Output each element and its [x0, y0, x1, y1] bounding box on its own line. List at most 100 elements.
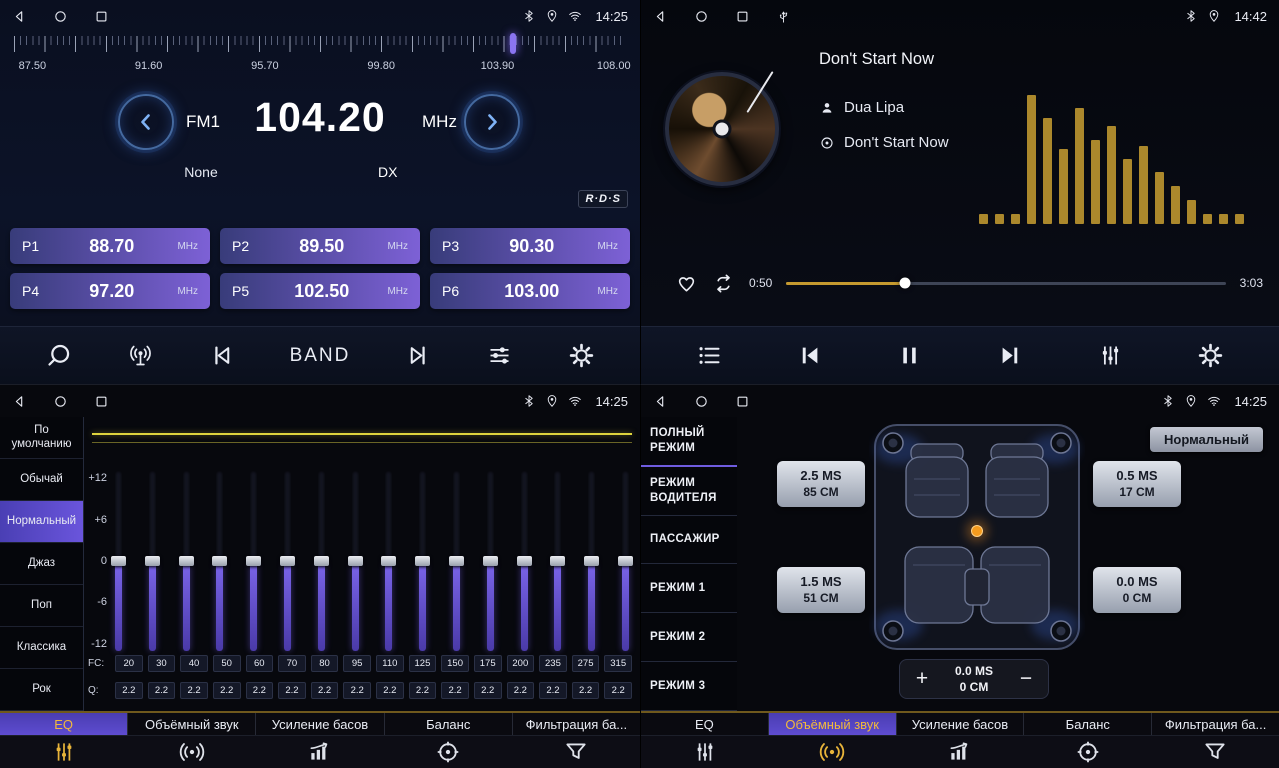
slider-knob[interactable]	[584, 556, 599, 566]
home-icon[interactable]	[694, 9, 709, 24]
sound-mode-3[interactable]: РЕЖИМ 1	[641, 564, 737, 613]
preset-button-p5[interactable]: P5102.50MHz	[220, 273, 420, 309]
slider-knob[interactable]	[111, 556, 126, 566]
home-icon[interactable]	[53, 9, 68, 24]
preset-button-p1[interactable]: P188.70MHz	[10, 228, 210, 264]
tab-0[interactable]: EQ	[641, 713, 769, 735]
progress-thumb[interactable]	[899, 278, 910, 289]
eq-band-slider-8[interactable]	[384, 471, 393, 651]
eq-preset-3[interactable]: Джаз	[0, 543, 83, 585]
eq-preset-6[interactable]: Рок	[0, 669, 83, 711]
tab-2[interactable]: Усиление басов	[256, 713, 384, 735]
eq-preset-1[interactable]: Обычай	[0, 459, 83, 501]
tab-icon-surround[interactable]	[769, 736, 897, 768]
sound-mode-2[interactable]: ПАССАЖИР	[641, 516, 737, 565]
tab-1[interactable]: Объёмный звук	[769, 713, 897, 735]
slider-knob[interactable]	[314, 556, 329, 566]
eq-preset-2[interactable]: Нормальный	[0, 501, 83, 543]
next-station-button[interactable]	[464, 94, 520, 150]
eq-band-slider-5[interactable]	[283, 471, 292, 651]
slider-knob[interactable]	[212, 556, 227, 566]
back-icon[interactable]	[12, 394, 27, 409]
tab-icon-balance[interactable]	[384, 736, 512, 768]
favorite-heart-icon[interactable]	[675, 272, 698, 295]
eq-band-slider-11[interactable]	[486, 471, 495, 651]
eq-band-slider-9[interactable]	[418, 471, 427, 651]
tab-icon-bass[interactable]	[256, 736, 384, 768]
eq-band-slider-4[interactable]	[249, 471, 258, 651]
dial-thumb[interactable]	[510, 33, 516, 54]
previous-track-icon[interactable]	[208, 342, 235, 369]
tab-3[interactable]: Баланс	[385, 713, 513, 735]
playlist-icon[interactable]	[696, 342, 723, 369]
tune-settings-icon[interactable]	[486, 342, 513, 369]
decrease-delay-button[interactable]: −	[1012, 665, 1040, 693]
recents-icon[interactable]	[94, 394, 109, 409]
eq-band-slider-15[interactable]	[621, 471, 630, 651]
slider-knob[interactable]	[415, 556, 430, 566]
eq-preset-4[interactable]: Поп	[0, 585, 83, 627]
tab-icon-filter[interactable]	[512, 736, 640, 768]
settings-gear-icon[interactable]	[1197, 342, 1224, 369]
band-button[interactable]: BAND	[290, 345, 351, 367]
preset-button-p3[interactable]: P390.30MHz	[430, 228, 630, 264]
pause-icon[interactable]	[896, 342, 923, 369]
sound-mode-4[interactable]: РЕЖИМ 2	[641, 613, 737, 662]
seek-bar[interactable]	[786, 282, 1225, 285]
increase-delay-button[interactable]: +	[908, 665, 936, 693]
scan-icon[interactable]	[45, 342, 72, 369]
preset-button-p4[interactable]: P497.20MHz	[10, 273, 210, 309]
back-icon[interactable]	[12, 9, 27, 24]
tab-icon-surround[interactable]	[128, 736, 256, 768]
mixer-icon[interactable]	[1097, 342, 1124, 369]
slider-knob[interactable]	[145, 556, 160, 566]
home-icon[interactable]	[53, 394, 68, 409]
sound-mode-1[interactable]: РЕЖИМ ВОДИТЕЛЯ	[641, 467, 737, 516]
settings-gear-icon[interactable]	[568, 342, 595, 369]
sound-preset-badge[interactable]: Нормальный	[1150, 427, 1263, 452]
recents-icon[interactable]	[735, 394, 750, 409]
tab-3[interactable]: Баланс	[1024, 713, 1152, 735]
eq-band-slider-7[interactable]	[351, 471, 360, 651]
sound-mode-5[interactable]: РЕЖИМ 3	[641, 662, 737, 711]
eq-band-slider-3[interactable]	[215, 471, 224, 651]
eq-band-slider-2[interactable]	[182, 471, 191, 651]
tab-icon-filter[interactable]	[1151, 736, 1279, 768]
tab-2[interactable]: Усиление басов	[897, 713, 1025, 735]
slider-knob[interactable]	[280, 556, 295, 566]
eq-band-slider-10[interactable]	[452, 471, 461, 651]
previous-station-button[interactable]	[118, 94, 174, 150]
broadcast-icon[interactable]	[127, 342, 154, 369]
next-track-icon[interactable]	[997, 342, 1024, 369]
eq-band-slider-12[interactable]	[520, 471, 529, 651]
slider-knob[interactable]	[381, 556, 396, 566]
home-icon[interactable]	[694, 394, 709, 409]
eq-band-slider-6[interactable]	[317, 471, 326, 651]
recents-icon[interactable]	[735, 9, 750, 24]
repeat-icon[interactable]	[712, 272, 735, 295]
slider-knob[interactable]	[179, 556, 194, 566]
eq-preset-0[interactable]: По умолчанию	[0, 417, 83, 459]
preset-button-p2[interactable]: P289.50MHz	[220, 228, 420, 264]
tab-4[interactable]: Фильтрация ба...	[513, 713, 640, 735]
back-icon[interactable]	[653, 9, 668, 24]
tab-icon-eq[interactable]	[641, 736, 769, 768]
slider-knob[interactable]	[449, 556, 464, 566]
recents-icon[interactable]	[94, 9, 109, 24]
back-icon[interactable]	[653, 394, 668, 409]
slider-knob[interactable]	[550, 556, 565, 566]
tab-icon-balance[interactable]	[1024, 736, 1152, 768]
eq-band-slider-1[interactable]	[148, 471, 157, 651]
slider-knob[interactable]	[348, 556, 363, 566]
eq-band-slider-13[interactable]	[553, 471, 562, 651]
previous-track-icon[interactable]	[796, 342, 823, 369]
slider-knob[interactable]	[517, 556, 532, 566]
slider-knob[interactable]	[618, 556, 633, 566]
tab-icon-eq[interactable]	[0, 736, 128, 768]
tuner-dial[interactable]: 87.5091.6095.7099.80103.90108.00	[14, 36, 626, 84]
eq-band-slider-14[interactable]	[587, 471, 596, 651]
next-track-icon[interactable]	[405, 342, 432, 369]
eq-preset-5[interactable]: Классика	[0, 627, 83, 669]
tab-4[interactable]: Фильтрация ба...	[1152, 713, 1279, 735]
slider-knob[interactable]	[246, 556, 261, 566]
